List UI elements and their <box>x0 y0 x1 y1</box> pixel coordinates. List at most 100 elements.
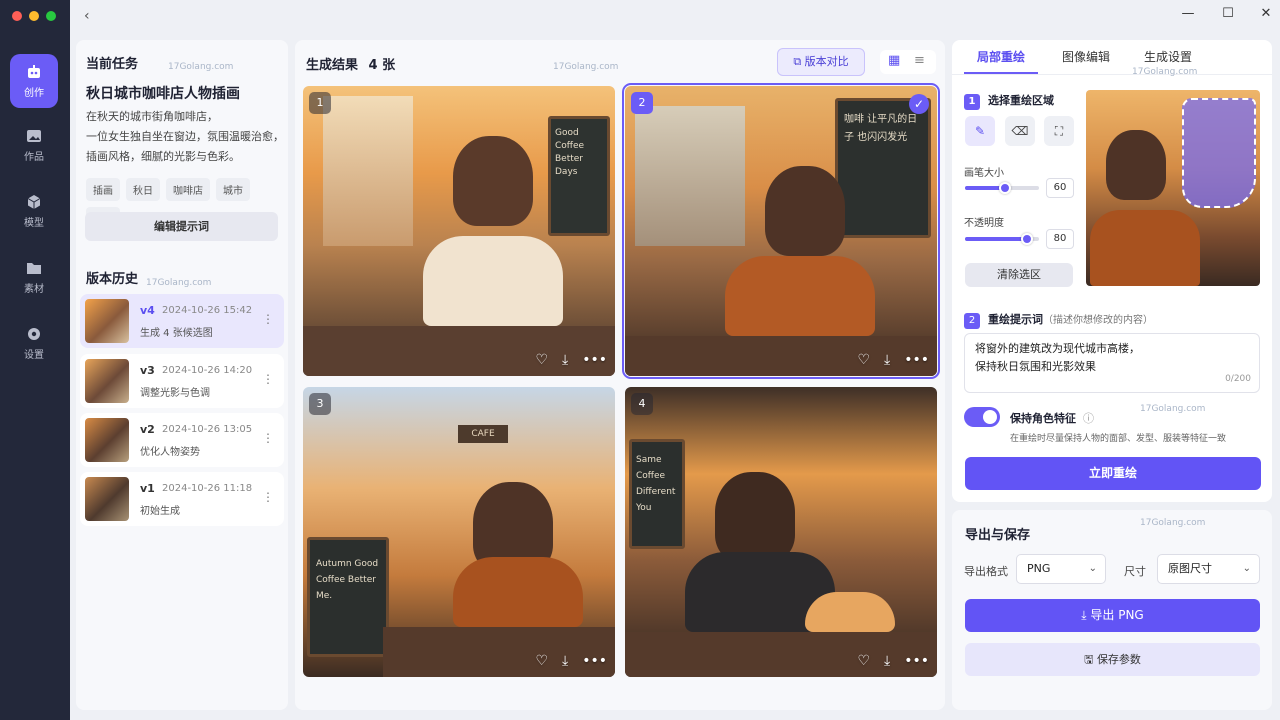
history-version: v3 <box>140 364 155 377</box>
tab-image-edit[interactable]: 图像编辑 <box>1062 48 1110 65</box>
results-count: 4 张 <box>368 58 396 73</box>
edit-prompt-button[interactable]: 编辑提示词 <box>85 212 278 241</box>
desc-line: 在秋天的城市街角咖啡店， <box>86 110 218 123</box>
results-panel: 生成结果 4 张 17Golang.com ⧉ 版本对比 ▦ ≡ Good Co… <box>295 40 945 710</box>
char-counter: 0/200 <box>1225 374 1251 384</box>
back-icon[interactable]: ‹ <box>84 8 90 24</box>
step-badge: 2 <box>964 313 980 329</box>
nav-models[interactable]: 模型 <box>10 184 58 238</box>
nav-create[interactable]: 创作 <box>10 54 58 108</box>
more-icon[interactable]: ⋮ <box>262 431 274 445</box>
history-item[interactable]: v4 2024-10-26 15:42 生成 4 张候选图 ⋮ <box>80 294 284 348</box>
export-title: 导出与保存 <box>965 528 1031 543</box>
download-icon[interactable]: ⤓ <box>562 352 568 368</box>
figure-hair <box>453 136 533 226</box>
help-icon[interactable]: ⓘ <box>1083 410 1094 426</box>
more-icon[interactable]: ••• <box>904 653 929 669</box>
card-number: 2 <box>631 92 653 114</box>
export-button[interactable]: ⤓ 导出 PNG <box>965 599 1260 632</box>
folder-icon <box>27 263 41 274</box>
result-card[interactable]: Good Coffee Better Days 1 ♡ ⤓ ••• <box>303 86 615 376</box>
download-icon[interactable]: ⤓ <box>884 653 890 669</box>
tab-inpaint[interactable]: 局部重绘 <box>977 48 1025 65</box>
brush-tool-icon[interactable]: ✎ <box>965 116 995 146</box>
clear-selection-button[interactable]: 清除选区 <box>965 263 1073 287</box>
watermark: 17Golang.com <box>146 278 212 288</box>
format-select[interactable]: PNG ⌄ <box>1016 554 1106 584</box>
nav-settings[interactable]: 设置 <box>10 316 58 370</box>
card-actions: ♡ ⤓ ••• <box>857 352 929 368</box>
format-label: 导出格式 <box>964 565 1008 578</box>
more-icon[interactable]: ••• <box>582 653 607 669</box>
close-icon[interactable]: ✕ <box>1256 6 1276 21</box>
nav-assets[interactable]: 素材 <box>10 250 58 304</box>
size-label: 尺寸 <box>1124 565 1146 578</box>
tag[interactable]: 咖啡店 <box>166 178 210 201</box>
save-params-button[interactable]: 🖫 保存参数 <box>965 643 1260 676</box>
heart-icon[interactable]: ♡ <box>857 653 870 669</box>
more-icon[interactable]: ⋮ <box>262 312 274 326</box>
maximize-icon[interactable]: ☐ <box>1218 6 1238 21</box>
more-icon[interactable]: ••• <box>904 352 929 368</box>
opacity-value[interactable]: 80 <box>1046 229 1074 249</box>
result-card[interactable]: Same Coffee Different You 4 ♡ ⤓ ••• <box>625 387 937 677</box>
slider-knob[interactable] <box>999 182 1011 194</box>
nav-works[interactable]: 作品 <box>10 118 58 172</box>
task-title: 秋日城市咖啡店人物插画 <box>86 86 240 102</box>
download-icon[interactable]: ⤓ <box>562 653 568 669</box>
more-icon[interactable]: ••• <box>582 352 607 368</box>
chalkboard-sign: 咖啡 让平凡的日子 也闪闪发光 <box>835 98 931 238</box>
export-panel: 导出与保存 17Golang.com 导出格式 PNG ⌄ 尺寸 原图尺寸 ⌄ ⤓ … <box>952 510 1272 710</box>
expand-icon[interactable]: ⛶ <box>1044 116 1074 146</box>
tag[interactable]: 秋日 <box>126 178 160 201</box>
result-card[interactable]: CAFE Autumn Good Coffee Better Me. 3 ♡ ⤓ •… <box>303 387 615 677</box>
apply-inpaint-button[interactable]: 立即重绘 <box>965 457 1261 490</box>
nav-works-label: 作品 <box>24 152 44 163</box>
more-icon[interactable]: ⋮ <box>262 490 274 504</box>
history-version: v4 <box>140 304 155 317</box>
history-item[interactable]: v2 2024-10-26 13:05 优化人物姿势 ⋮ <box>80 413 284 467</box>
sidebar-rail: 创作 作品 模型 素材 设置 <box>0 0 70 720</box>
step1-header: 1 选择重绘区域 <box>964 92 1054 110</box>
results-title: 生成结果 <box>306 58 359 73</box>
tag[interactable]: 插画 <box>86 178 120 201</box>
mask-selection <box>1182 98 1256 208</box>
compare-button[interactable]: ⧉ 版本对比 <box>777 48 865 76</box>
step2-title: 重绘提示词 <box>988 313 1043 326</box>
minimize-dot[interactable] <box>29 11 39 21</box>
history-item[interactable]: v3 2024-10-26 14:20 调整光影与色调 ⋮ <box>80 354 284 408</box>
keep-character-toggle[interactable] <box>964 407 1000 427</box>
list-view-icon[interactable]: ≡ <box>914 53 925 68</box>
history-version: v1 <box>140 482 155 495</box>
grid-view-icon[interactable]: ▦ <box>888 53 900 68</box>
zoom-dot[interactable] <box>46 11 56 21</box>
close-dot[interactable] <box>12 11 22 21</box>
cat <box>805 592 895 632</box>
download-icon[interactable]: ⤓ <box>884 352 890 368</box>
inpaint-prompt-input[interactable]: 将窗外的建筑改为现代城市高楼， 保持秋日氛围和光影效果 0/200 <box>964 333 1260 393</box>
task-section-title: 当前任务 <box>86 57 139 72</box>
chalkboard-sign: Good Coffee Better Days <box>548 116 610 236</box>
selected-check-icon[interactable]: ✓ <box>909 94 929 114</box>
mask-preview[interactable] <box>1086 90 1260 286</box>
history-note: 优化人物姿势 <box>140 447 200 458</box>
heart-icon[interactable]: ♡ <box>535 352 548 368</box>
history-item[interactable]: v1 2024-10-26 11:18 初始生成 ⋮ <box>80 472 284 526</box>
result-card-selected[interactable]: 咖啡 让平凡的日子 也闪闪发光 2 ✓ ♡ ⤓ ••• <box>622 83 940 379</box>
nav-settings-label: 设置 <box>24 350 44 361</box>
more-icon[interactable]: ⋮ <box>262 372 274 386</box>
heart-icon[interactable]: ♡ <box>857 352 870 368</box>
brush-size-slider[interactable] <box>965 182 1039 194</box>
size-select[interactable]: 原图尺寸 ⌄ <box>1157 554 1260 584</box>
compare-label: 版本对比 <box>804 55 849 68</box>
eraser-tool-icon[interactable]: ⌫ <box>1005 116 1035 146</box>
tag[interactable]: 城市 <box>216 178 250 201</box>
minimize-icon[interactable]: — <box>1178 6 1198 21</box>
nav-create-label: 创作 <box>24 88 44 99</box>
heart-icon[interactable]: ♡ <box>535 653 548 669</box>
slider-knob[interactable] <box>1021 233 1033 245</box>
history-thumbnail <box>85 477 129 521</box>
brush-size-value[interactable]: 60 <box>1046 178 1074 198</box>
tab-gen-settings[interactable]: 生成设置 <box>1144 48 1192 65</box>
opacity-slider[interactable] <box>965 233 1039 245</box>
